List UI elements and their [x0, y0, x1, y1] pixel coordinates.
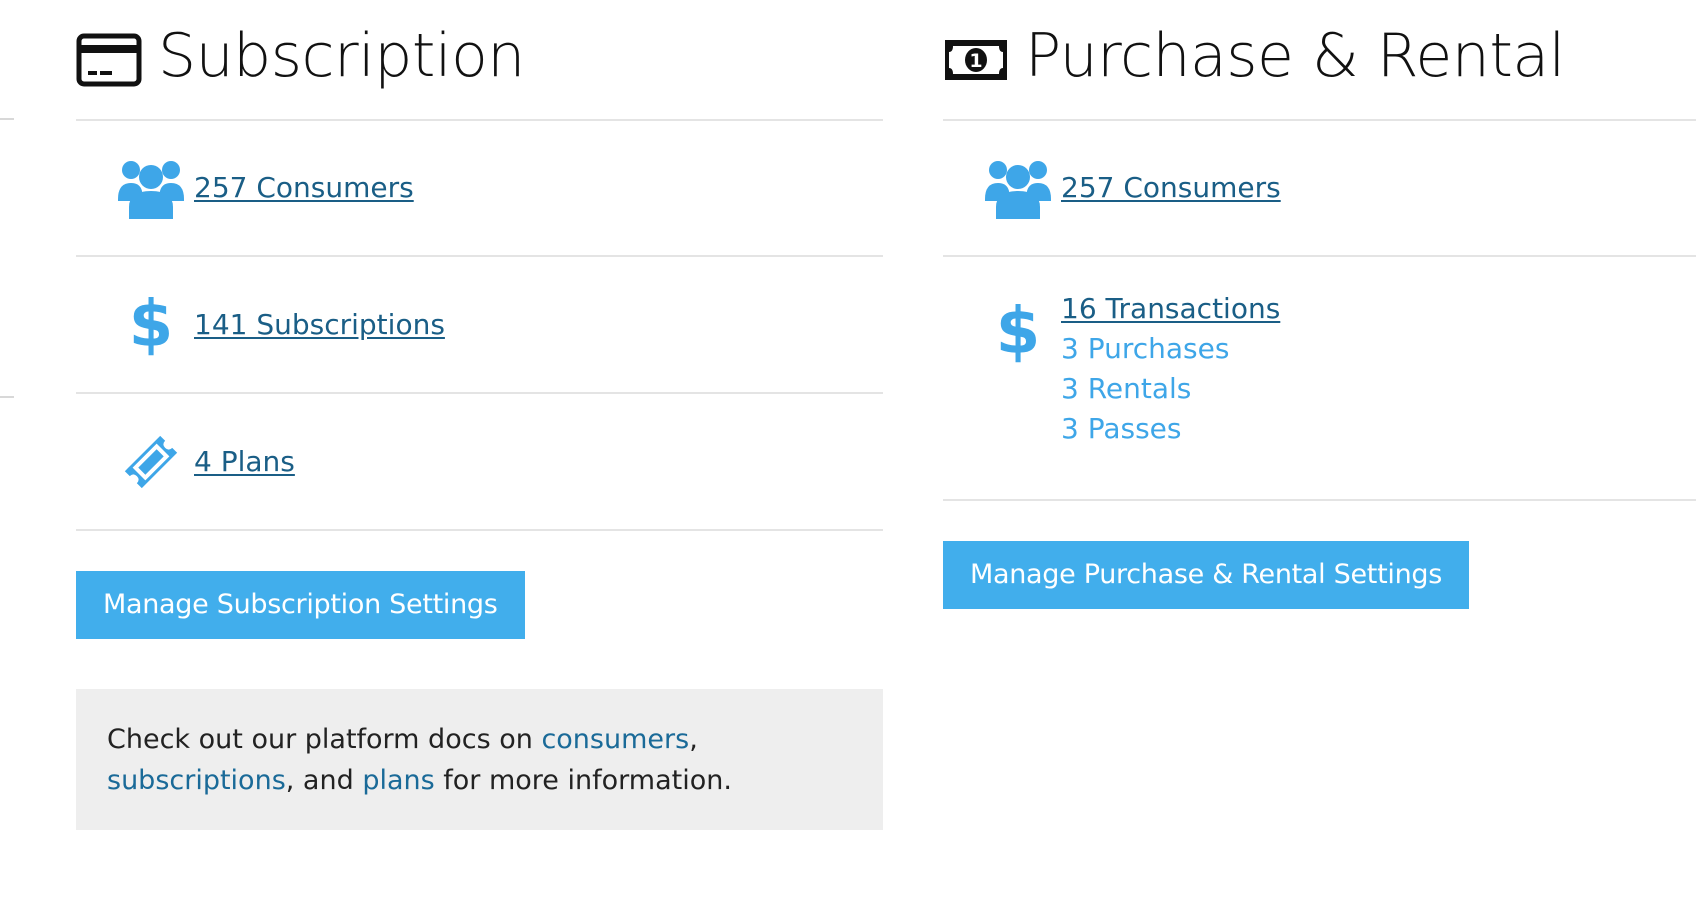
consumers-link[interactable]: 257 Consumers	[1061, 168, 1281, 208]
subscription-subscriptions-row: $ 141 Subscriptions	[76, 257, 883, 394]
svg-text:$: $	[131, 294, 171, 356]
subscription-plans-row: 4 Plans	[76, 394, 883, 531]
money-bill-icon: 1	[943, 33, 1009, 87]
subscription-header: Subscription	[76, 0, 883, 121]
docs-plans-link[interactable]: plans	[362, 765, 434, 796]
purchase-rental-header: 1 Purchase & Rental	[943, 0, 1696, 121]
rentals-count: 3 Rentals	[1061, 372, 1192, 405]
left-edge-divider-top	[0, 118, 14, 120]
purchases-count: 3 Purchases	[1061, 332, 1230, 365]
docs-consumers-link[interactable]: consumers	[541, 724, 689, 755]
manage-subscription-settings-button[interactable]: Manage Subscription Settings	[76, 571, 525, 639]
purchase-consumers-row: 257 Consumers	[943, 121, 1696, 257]
subscription-panel: Subscription 257 Consumers $ 141 Subscri…	[76, 0, 883, 830]
docs-text-comma: ,	[689, 724, 698, 755]
purchase-rental-panel: 1 Purchase & Rental 257 Consumers $ 16 T…	[943, 0, 1696, 609]
credit-card-icon	[76, 33, 142, 87]
dollar-icon: $	[112, 294, 190, 356]
users-group-icon	[979, 157, 1057, 219]
docs-info-box: Check out our platform docs on consumers…	[76, 689, 883, 830]
manage-purchase-rental-settings-button[interactable]: Manage Purchase & Rental Settings	[943, 541, 1469, 609]
dollar-icon: $	[979, 289, 1057, 363]
docs-subscriptions-link[interactable]: subscriptions	[107, 765, 286, 796]
subscription-consumers-row: 257 Consumers	[76, 121, 883, 257]
subscription-title: Subscription	[158, 20, 525, 91]
transactions-link[interactable]: 16 Transactions	[1061, 289, 1280, 329]
docs-text-suffix: for more information.	[434, 765, 732, 796]
plans-link[interactable]: 4 Plans	[194, 442, 295, 482]
left-edge-divider-bottom	[0, 396, 14, 398]
consumers-link[interactable]: 257 Consumers	[194, 168, 414, 208]
users-group-icon	[112, 157, 190, 219]
subscriptions-link[interactable]: 141 Subscriptions	[194, 305, 445, 345]
ticket-icon	[112, 433, 190, 491]
purchase-rental-button-wrap: Manage Purchase & Rental Settings	[943, 541, 1696, 609]
svg-text:1: 1	[969, 50, 982, 72]
subscription-button-wrap: Manage Subscription Settings	[76, 571, 883, 639]
purchase-transactions-row: $ 16 Transactions 3 Purchases 3 Rentals …	[943, 257, 1696, 501]
passes-count: 3 Passes	[1061, 412, 1182, 445]
docs-text-and: , and	[285, 765, 363, 796]
purchase-rental-title: Purchase & Rental	[1025, 20, 1565, 91]
docs-text-prefix: Check out our platform docs on	[107, 724, 542, 755]
svg-text:$: $	[998, 301, 1038, 363]
